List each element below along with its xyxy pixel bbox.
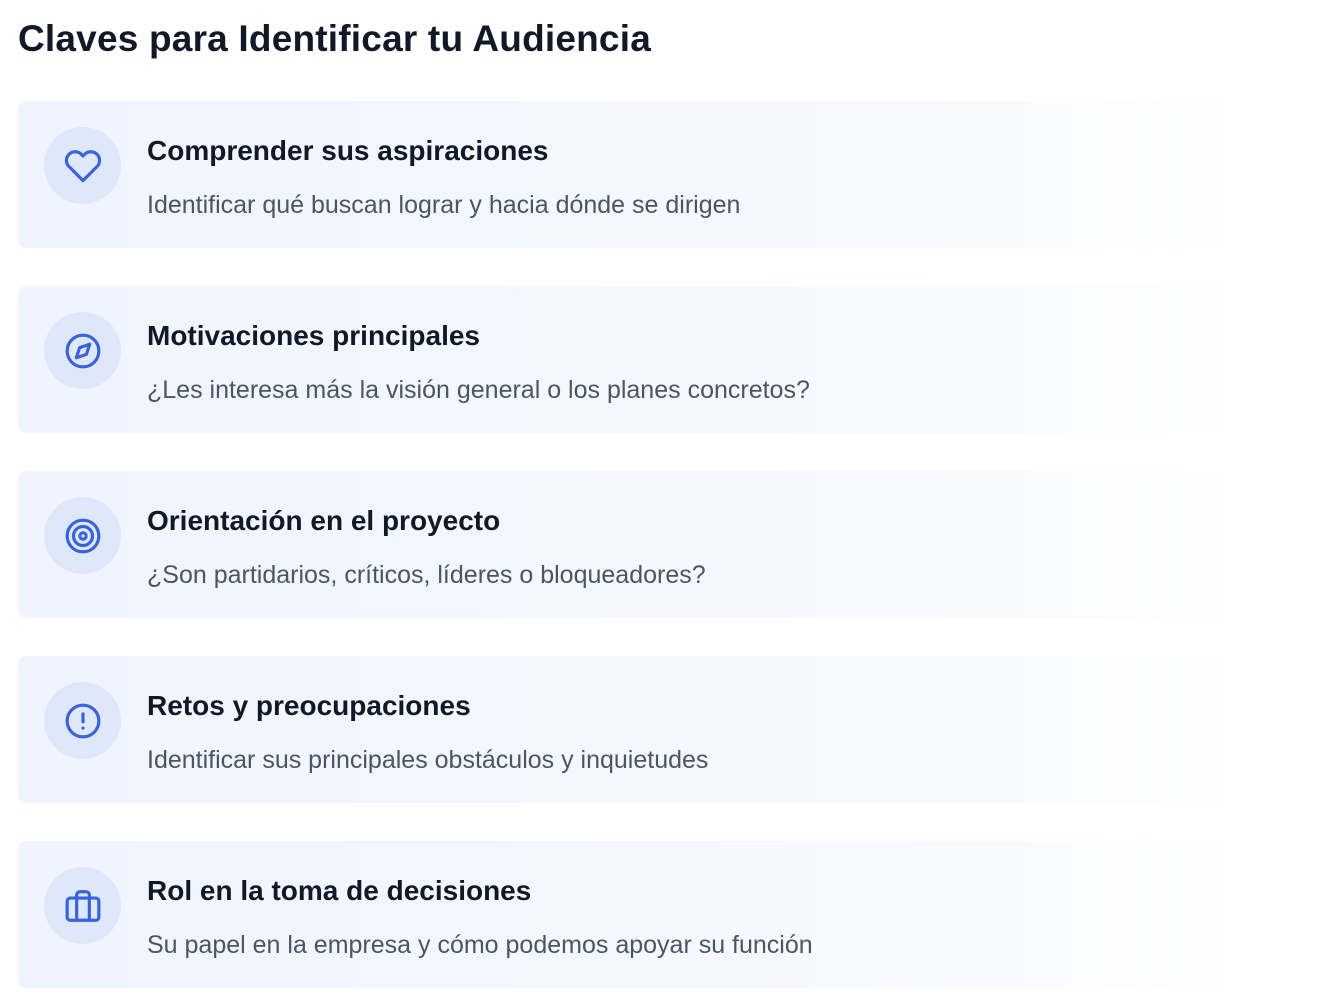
- card-title: Motivaciones principales: [147, 320, 480, 351]
- card-description: Su papel en la empresa y cómo podemos ap…: [147, 931, 813, 959]
- page-title: Claves para Identificar tu Audiencia: [18, 18, 651, 59]
- target-icon: [65, 518, 100, 553]
- card-title: Orientación en el proyecto: [147, 505, 501, 536]
- card-title: Comprender sus aspiraciones: [147, 135, 549, 166]
- icon-badge: [44, 312, 121, 389]
- card-motivations: Motivaciones principales ¿Les interesa m…: [18, 286, 1240, 433]
- card-title: Rol en la toma de decisiones: [147, 875, 532, 906]
- icon-badge: [44, 497, 121, 574]
- card-description: ¿Son partidarios, críticos, líderes o bl…: [147, 561, 706, 589]
- card-list: Comprender sus aspiraciones Identificar …: [18, 101, 1240, 988]
- card-title: Retos y preocupaciones: [147, 690, 471, 721]
- page: Claves para Identificar tu Audiencia Com…: [0, 0, 1320, 988]
- card-description: Identificar sus principales obstáculos y…: [147, 746, 709, 774]
- card-aspirations: Comprender sus aspiraciones Identificar …: [18, 101, 1240, 248]
- card-description: Identificar qué buscan lograr y hacia dó…: [147, 191, 741, 219]
- heart-icon: [64, 149, 101, 182]
- icon-badge: [44, 867, 121, 944]
- card-description: ¿Les interesa más la visión general o lo…: [147, 376, 810, 404]
- compass-icon: [65, 333, 100, 368]
- card-challenges: Retos y preocupaciones Identificar sus p…: [18, 656, 1240, 803]
- icon-badge: [44, 127, 121, 204]
- briefcase-icon: [65, 889, 100, 922]
- card-decision-role: Rol en la toma de decisiones Su papel en…: [18, 841, 1240, 988]
- alert-circle-icon: [65, 703, 100, 738]
- card-orientation: Orientación en el proyecto ¿Son partidar…: [18, 471, 1240, 618]
- icon-badge: [44, 682, 121, 759]
